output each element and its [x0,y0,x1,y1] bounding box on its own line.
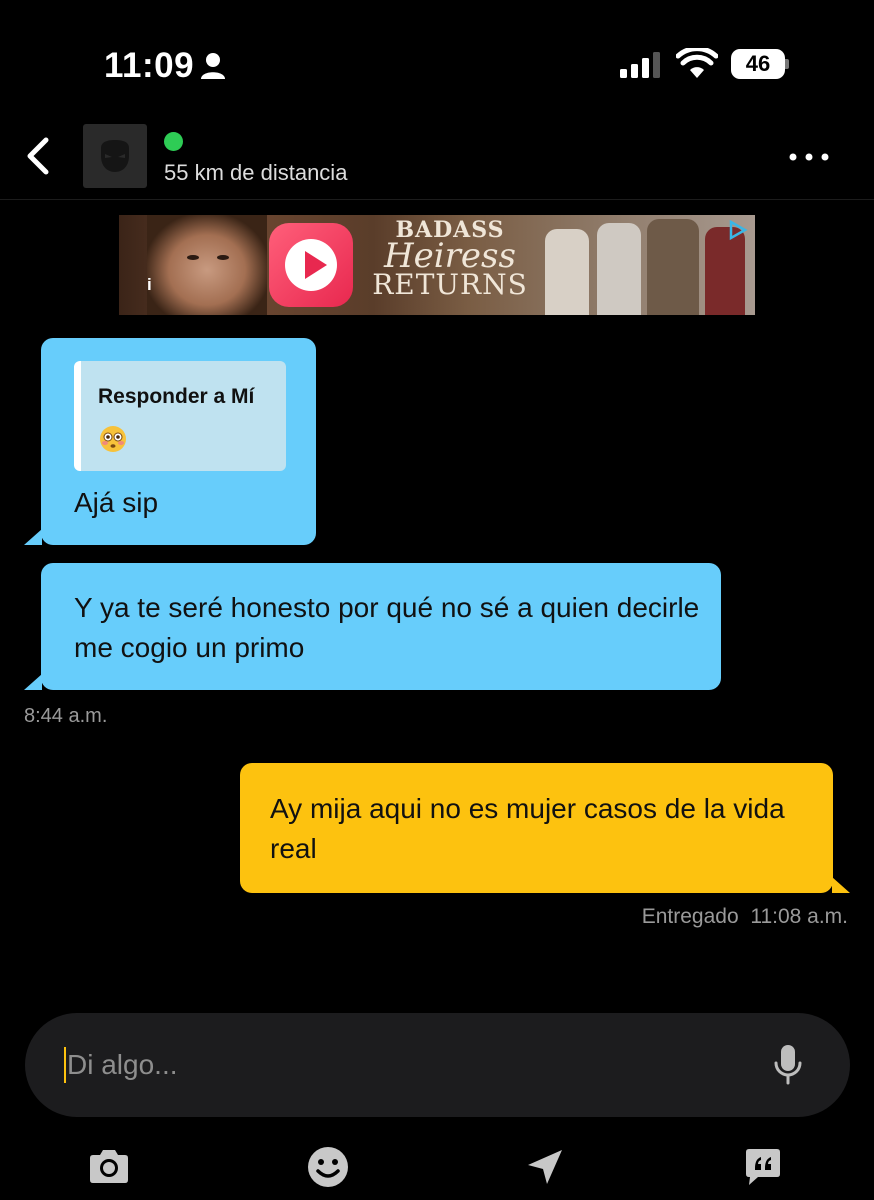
message-timestamp: 8:44 a.m. [24,705,108,727]
status-time: 11:09 [104,46,195,85]
reply-quote[interactable]: Responder a Mí [74,361,286,471]
ad-banner[interactable]: i BADASS Heiress RETURNS [119,215,755,315]
location-arrow-icon[interactable] [522,1144,568,1190]
online-status-dot [164,132,183,151]
flushed-face-emoji-icon [100,426,126,452]
person-icon [201,53,225,79]
signal-icon [620,52,660,78]
message-bubble-incoming[interactable]: Responder a Mí Ajá sip [24,338,316,545]
ad-image-people [539,215,755,315]
message-composer [25,1013,850,1117]
text-caret [64,1047,66,1083]
battery-level: 46 [731,49,785,79]
message-text: Ajá sip [74,487,159,518]
microphone-icon[interactable] [773,1043,803,1087]
battery-icon: 46 [731,49,789,79]
ad-title-line3: RETURNS [372,268,528,301]
avatar[interactable] [83,124,147,188]
message-text: Ay mija aqui no es mujer casos de la vid… [270,793,785,864]
ad-app-logo-icon [269,223,353,307]
distance-label: 55 km de distancia [164,160,348,185]
message-input[interactable] [67,1035,747,1095]
reply-label: Responder a Mí [98,385,255,408]
more-icon[interactable] [788,152,830,162]
saved-phrases-icon[interactable] [740,1144,786,1190]
battery-cap [785,59,789,69]
ad-title: BADASS Heiress RETURNS [365,219,535,299]
message-timestamp: 11:08 a.m. [750,905,848,928]
bottom-toolbar [0,1140,874,1200]
message-text: Y ya te seré honesto por qué no sé a qui… [74,592,700,663]
back-icon[interactable] [22,134,52,178]
ad-info-label[interactable]: i [147,275,152,295]
emoji-icon[interactable] [305,1144,351,1190]
delivery-status: Entregado 11:08 a.m. [642,905,848,929]
status-bar: 11:09 46 [0,0,874,120]
message-bubble-outgoing[interactable]: Ay mija aqui no es mujer casos de la vid… [240,763,850,893]
ad-image-woman [147,215,267,315]
delivery-status-label: Entregado [641,905,739,928]
chat-header: 55 km de distancia [0,120,874,200]
avatar-placeholder-icon [101,140,129,172]
camera-icon[interactable] [86,1144,132,1190]
adchoices-icon[interactable] [727,219,749,241]
wifi-icon [676,48,718,78]
message-bubble-incoming[interactable]: Y ya te seré honesto por qué no sé a qui… [24,563,721,690]
